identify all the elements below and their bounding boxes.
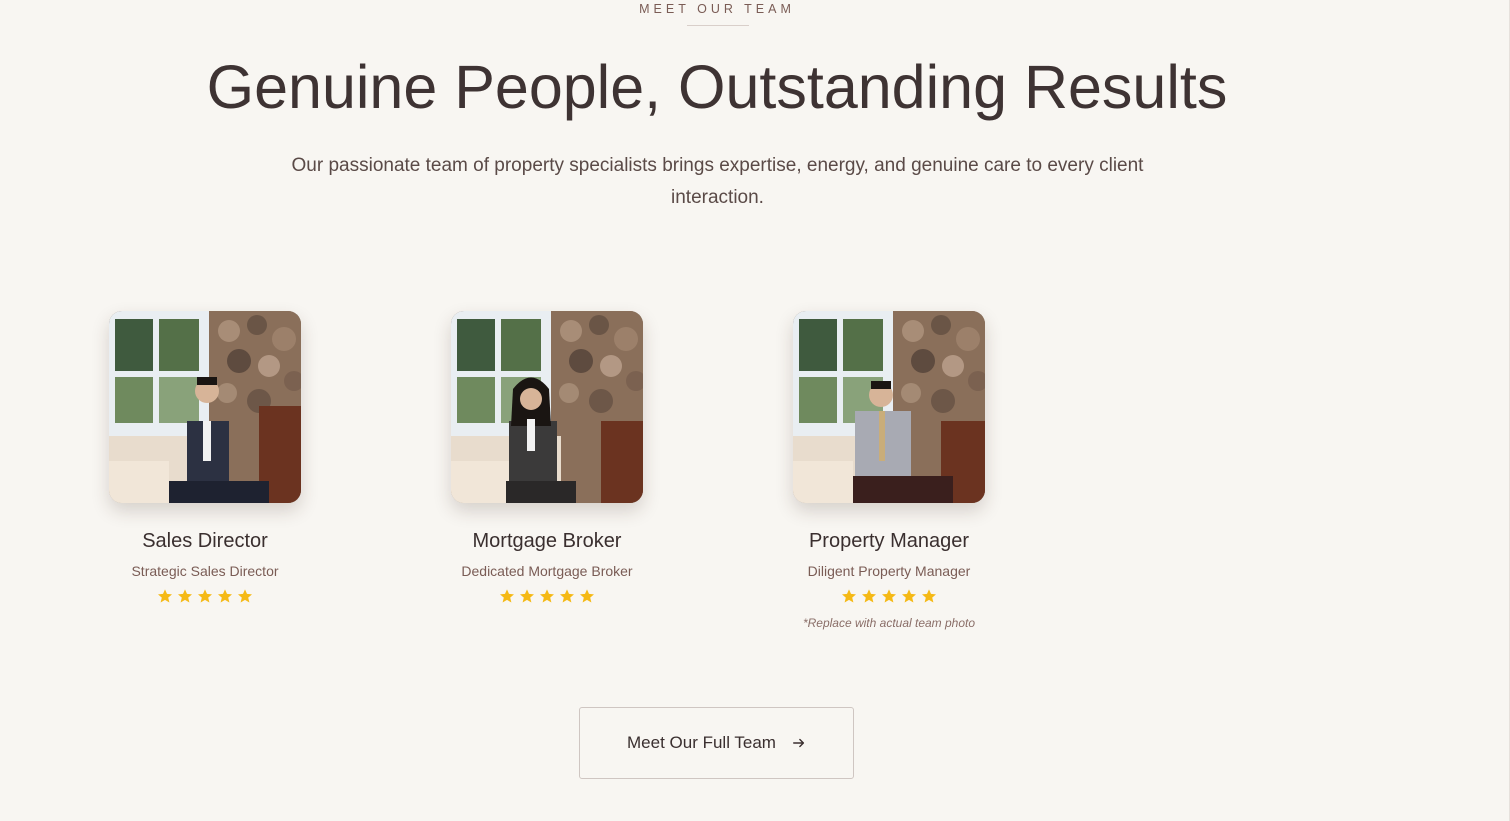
team-photo [793,311,985,503]
star-icon [218,589,232,603]
star-icon [580,589,594,603]
star-icon [178,589,192,603]
star-icon [500,589,514,603]
eyebrow-divider [687,25,749,26]
rating-stars [75,588,335,608]
member-role: Dedicated Mortgage Broker [461,563,633,579]
star-icon [902,589,916,603]
portrait-image [451,311,643,503]
star-icon [882,589,896,603]
member-name: Property Manager [808,530,970,552]
star-icon [922,589,936,603]
section-intro: Our passionate team of property speciali… [291,155,1144,208]
portrait-image [793,311,985,503]
star-icon [238,589,252,603]
section-eyebrow: MEET OUR TEAM [639,2,795,16]
star-icon [560,589,574,603]
star-icon [862,589,876,603]
arrow-right-icon [793,738,805,748]
team-photo [109,311,301,503]
section-headline: Genuine People, Outstanding Results [206,53,1228,121]
star-icon [540,589,554,603]
star-icon [198,589,212,603]
team-photo [451,311,643,503]
portrait-image [109,311,301,503]
team-grid: Sales Director Strategic Sales Director [0,311,1510,651]
team-section: MEET OUR TEAM Genuine People, Outstandin… [0,0,1510,821]
star-icon [842,589,856,603]
team-card-sales-director[interactable]: Sales Director Strategic Sales Director [75,311,335,608]
meet-full-team-button[interactable]: Meet Our Full Team [579,707,854,779]
member-role: Diligent Property Manager [807,563,971,579]
team-card-property-manager[interactable]: Property Manager Diligent Property Manag… [759,311,1019,630]
rating-stars [759,588,1019,608]
member-name: Mortgage Broker [472,530,622,552]
photo-placeholder-note: *Replace with actual team photo [802,616,976,630]
member-name: Sales Director [142,530,268,552]
cta-label: Meet Our Full Team [627,733,776,752]
star-icon [520,589,534,603]
team-card-mortgage-broker[interactable]: Mortgage Broker Dedicated Mortgage Broke… [417,311,677,608]
star-icon [158,589,172,603]
member-role: Strategic Sales Director [131,563,279,579]
rating-stars [417,588,677,608]
